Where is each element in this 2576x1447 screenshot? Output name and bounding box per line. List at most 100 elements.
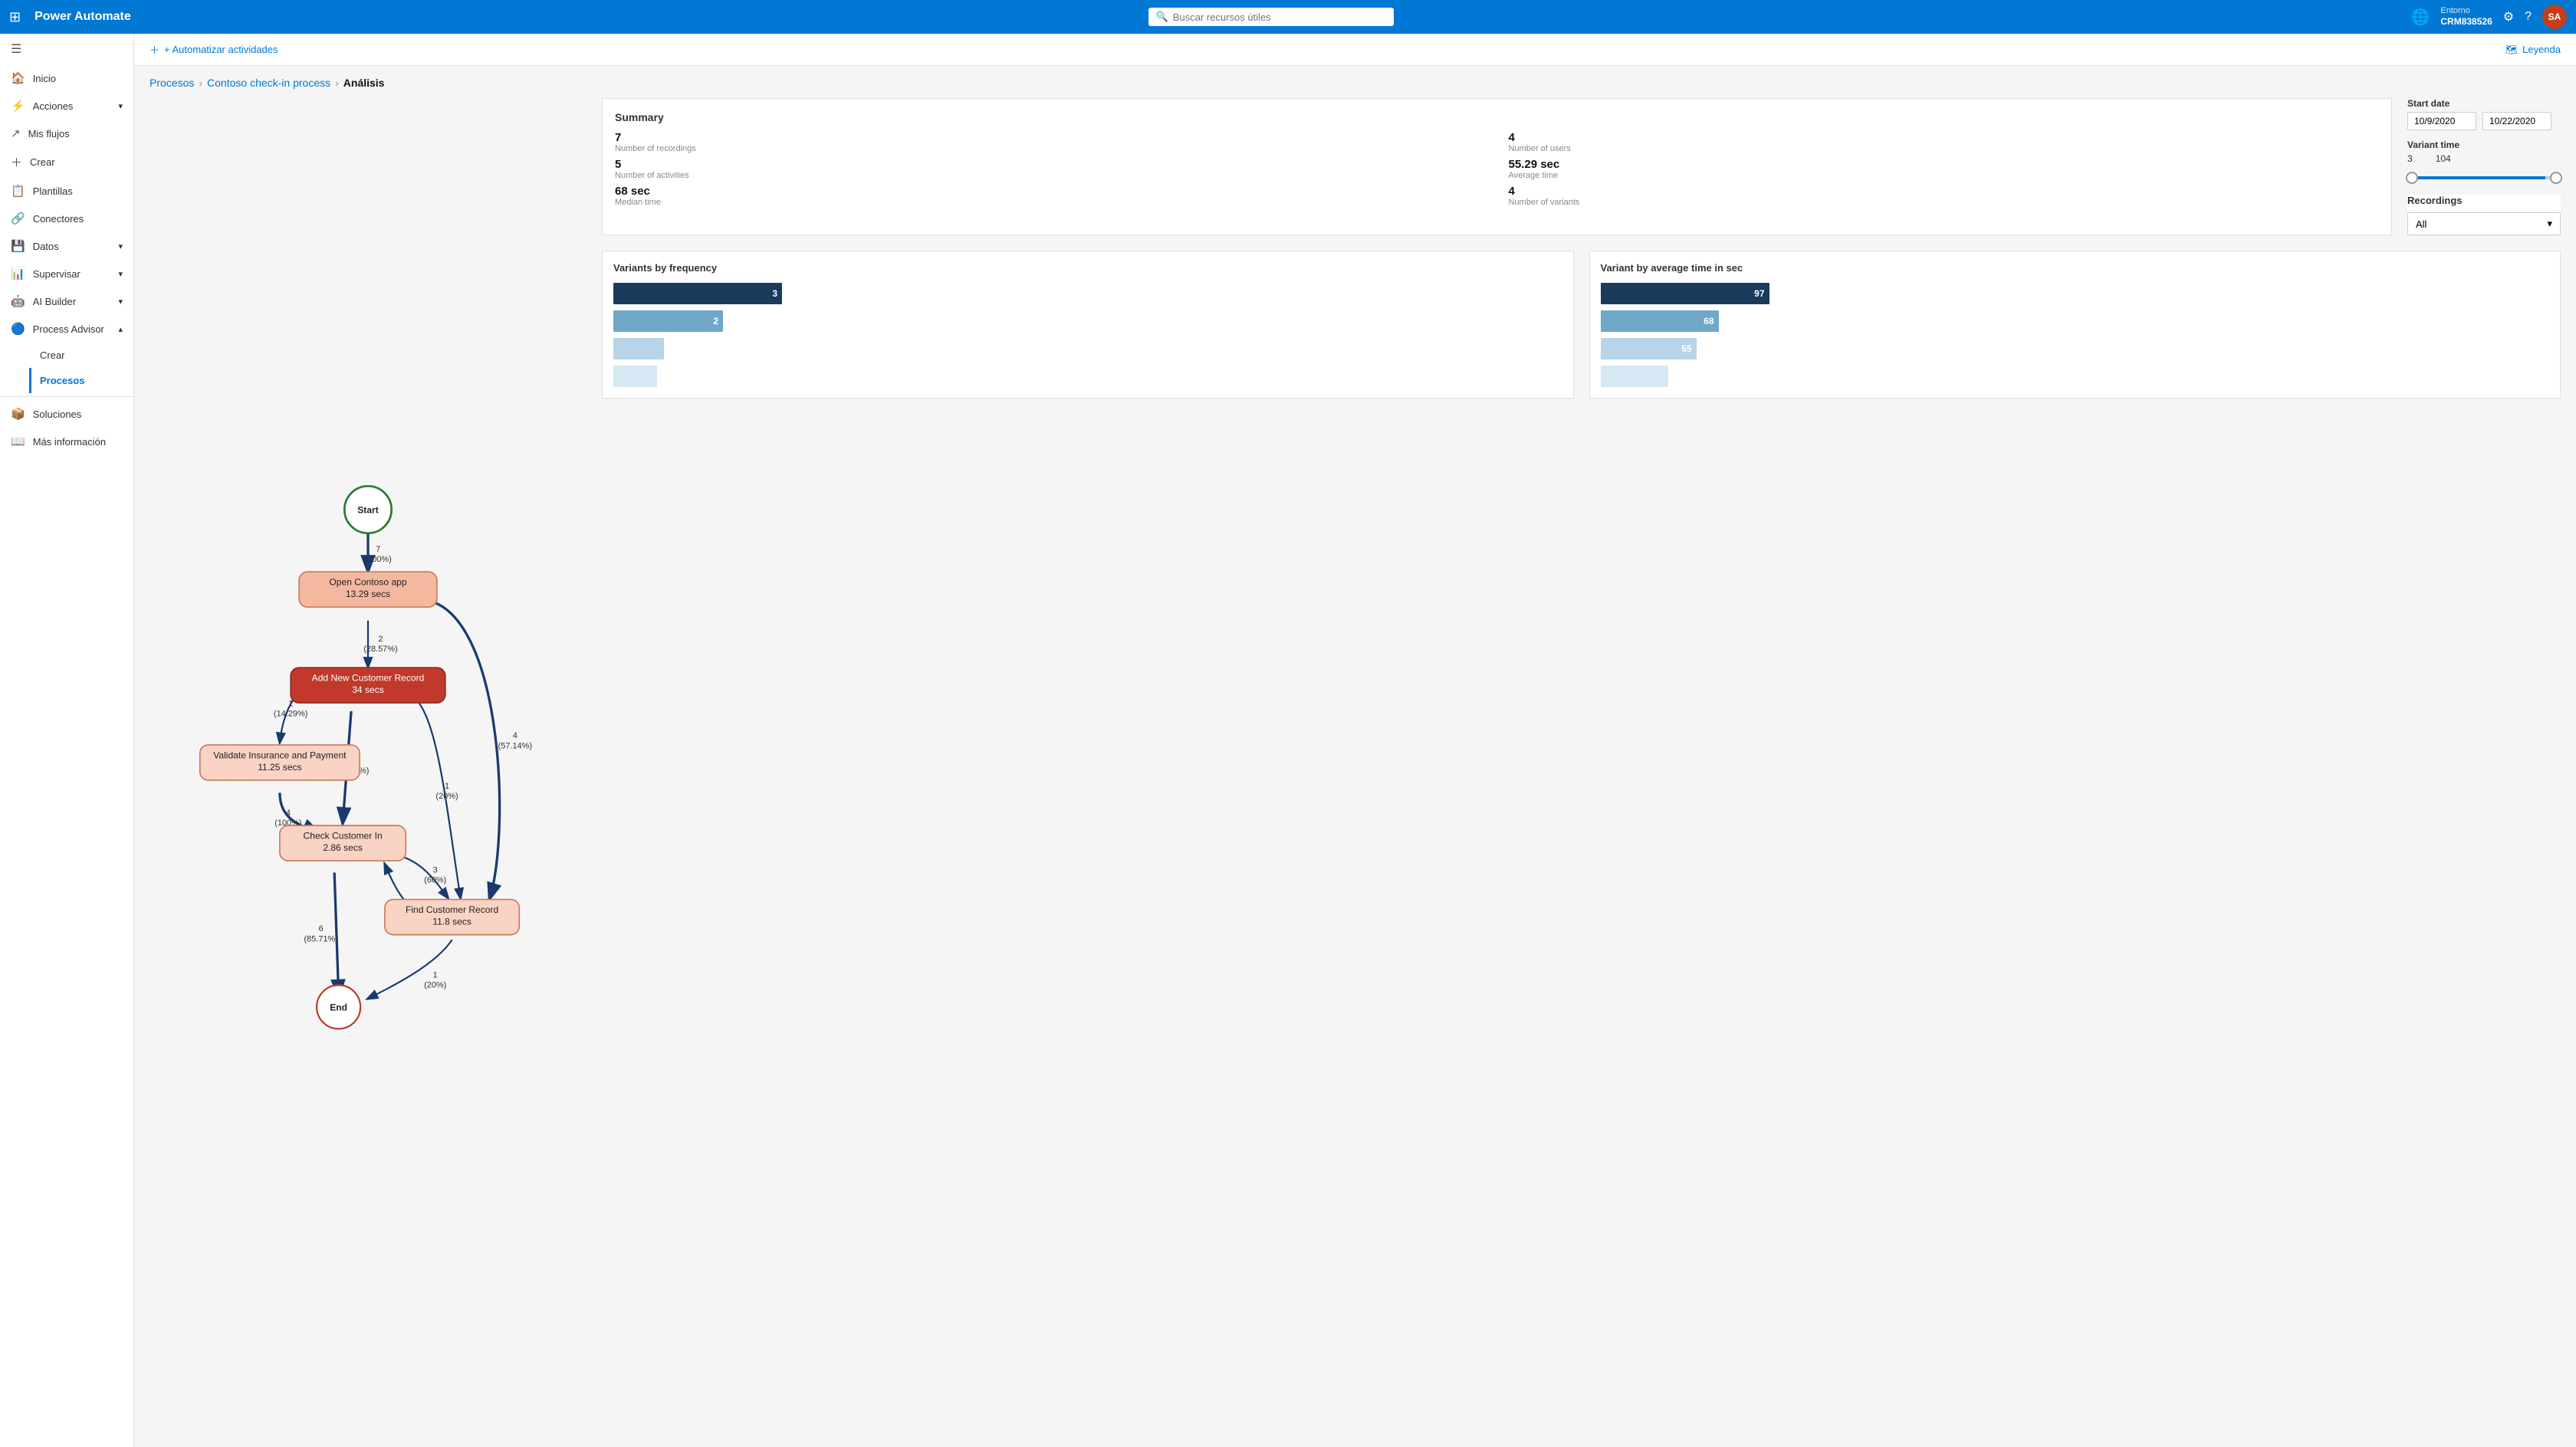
summary-recordings: 7 Number of recordings	[615, 131, 1486, 153]
search-input[interactable]	[1173, 11, 1386, 23]
sidebar-item-aibuilder[interactable]: 🤖 AI Builder ▾	[0, 287, 133, 315]
slider-thumb-right[interactable]	[2550, 172, 2562, 184]
sidebar-item-misflujos[interactable]: ↗ Mis flujos	[0, 120, 133, 147]
chart-time-title: Variant by average time in sec	[1601, 262, 2550, 274]
summary-users: 4 Number of users	[1509, 131, 2380, 153]
add-activity-button[interactable]: ＋ + Automatizar actividades	[150, 42, 278, 57]
sidebar-item-plantillas[interactable]: 📋 Plantillas	[0, 177, 133, 205]
chart-freq-title: Variants by frequency	[613, 262, 1562, 274]
sidebar-label-crear-top: Crear	[30, 156, 55, 168]
median-value: 68 sec	[615, 185, 1486, 198]
avatar[interactable]: SA	[2542, 5, 2567, 29]
bar-row-t3: 55	[1601, 338, 2550, 359]
end-label: End	[330, 1002, 347, 1012]
environment-icon: 🌐	[2410, 8, 2430, 27]
recordings-select-value: All	[2416, 218, 2426, 230]
bar-time-3: 55	[1601, 338, 1697, 359]
chevron-down-icon: ▾	[118, 101, 123, 111]
chevron-up-icon-process: ▴	[118, 324, 123, 334]
edge-label-open-add-pct: (28.57%)	[363, 645, 397, 654]
recordings-filter-label: Recordings	[2407, 195, 2561, 206]
edge-label-open-find: 4	[513, 731, 518, 740]
settings-icon[interactable]: ⚙	[2503, 9, 2514, 25]
date-to-input[interactable]	[2482, 112, 2551, 130]
sidebar-item-supervisar[interactable]: 📊 Supervisar ▾	[0, 260, 133, 287]
bar-time-2: 68	[1601, 310, 1719, 332]
node-validate-text2: 11.25 secs	[258, 762, 301, 773]
sidebar-item-conectores[interactable]: 🔗 Conectores	[0, 205, 133, 232]
grid-icon[interactable]: ⊞	[9, 9, 21, 25]
sidebar-label-plantillas: Plantillas	[33, 185, 73, 197]
breadcrumb-sep2: ›	[335, 77, 339, 89]
sidebar-item-datos[interactable]: 💾 Datos ▾	[0, 232, 133, 260]
edge-label-start-open-pct: (100%)	[364, 555, 391, 564]
activities-label: Number of activities	[615, 171, 1486, 180]
summary-variants: 4 Number of variants	[1509, 185, 2380, 207]
edge-label-find-end-pct: (20%)	[424, 981, 446, 990]
sidebar-label-conectores: Conectores	[33, 213, 84, 225]
chevron-down-icon-datos: ▾	[118, 241, 123, 251]
slider-min-label: 3	[2407, 153, 2413, 164]
sidebar-item-crear-top[interactable]: ＋ Crear	[0, 147, 133, 177]
edge-label-open-add: 2	[378, 635, 383, 644]
content-area: 7 (100%) 2 (28.57%) 4 (57.14%) 1 (14.29%…	[134, 95, 2576, 1447]
sidebar-label-masinfo: Más información	[33, 436, 106, 448]
legend-icon: 🗺	[2505, 44, 2518, 56]
date-from-input[interactable]	[2407, 112, 2476, 130]
recordings-filter: Recordings All ▾	[2407, 195, 2561, 235]
sidebar-label-soluciones: Soluciones	[33, 409, 82, 420]
controls-panel: Start date Variant time 3 104	[2407, 98, 2561, 235]
recordings-value: 7	[615, 131, 1486, 144]
sidebar-item-acciones[interactable]: ⚡ Acciones ▾	[0, 92, 133, 120]
search-box[interactable]: 🔍	[1148, 8, 1394, 26]
solutions-icon: 📦	[11, 407, 25, 421]
chart-time: Variant by average time in sec 97 68 55	[1589, 251, 2561, 399]
variants-label: Number of variants	[1509, 198, 2380, 207]
median-label: Median time	[615, 198, 1486, 207]
add-icon: ＋	[150, 42, 159, 57]
sidebar-label-misflujos: Mis flujos	[28, 128, 70, 139]
bar-row-t1: 97	[1601, 283, 2550, 304]
monitor-icon: 📊	[11, 267, 25, 281]
slider-fill	[2415, 176, 2545, 179]
legend-button[interactable]: 🗺 Leyenda	[2505, 44, 2561, 56]
summary-section: Summary 7 Number of recordings 4 Number …	[602, 98, 2392, 235]
edge-label-start-open: 7	[376, 545, 380, 554]
sidebar: ☰ 🏠 Inicio ⚡ Acciones ▾ ↗ Mis flujos ＋ C…	[0, 34, 134, 1447]
help-icon[interactable]: ?	[2525, 10, 2532, 24]
edge-label-check-find-pct: (60%)	[424, 876, 446, 885]
breadcrumb-sep1: ›	[199, 77, 202, 89]
slider-thumb-left[interactable]	[2406, 172, 2418, 184]
edge-label-check-end-pct: (85.71%)	[304, 934, 337, 943]
sidebar-item-procesos[interactable]: Procesos	[29, 368, 133, 393]
edge-label-add-find: 1	[445, 782, 449, 791]
sidebar-toggle[interactable]: ☰	[0, 34, 133, 64]
sidebar-item-masinfo[interactable]: 📖 Más información	[0, 428, 133, 455]
sidebar-item-crear-sub[interactable]: Crear	[29, 343, 133, 368]
breadcrumb: Procesos › Contoso check-in process › An…	[134, 66, 2576, 95]
bar-freq-4	[613, 366, 657, 387]
sidebar-label-inicio: Inicio	[33, 73, 56, 84]
legend-label: Leyenda	[2522, 44, 2561, 55]
start-date-label: Start date	[2407, 98, 2561, 109]
slider-track[interactable]	[2407, 176, 2561, 179]
sidebar-label-aibuilder: AI Builder	[33, 296, 76, 307]
toolbar: ＋ + Automatizar actividades 🗺 Leyenda	[134, 34, 2576, 66]
diagram-area: 7 (100%) 2 (28.57%) 4 (57.14%) 1 (14.29%…	[150, 95, 586, 1432]
right-panel: Summary 7 Number of recordings 4 Number …	[602, 95, 2561, 1432]
avgtime-value: 55.29 sec	[1509, 158, 2380, 171]
breadcrumb-process-name[interactable]: Contoso check-in process	[207, 77, 330, 89]
sidebar-item-inicio[interactable]: 🏠 Inicio	[0, 64, 133, 92]
sidebar-item-processadvisor[interactable]: 🔵 Process Advisor ▴	[0, 315, 133, 343]
recordings-select[interactable]: All ▾	[2407, 212, 2561, 235]
main-content: ＋ + Automatizar actividades 🗺 Leyenda Pr…	[134, 34, 2576, 1447]
users-label: Number of users	[1509, 144, 2380, 153]
breadcrumb-procesos[interactable]: Procesos	[150, 77, 194, 89]
sidebar-label-processadvisor: Process Advisor	[33, 323, 104, 335]
chevron-down-icon-recordings: ▾	[2547, 218, 2552, 230]
add-activity-label: + Automatizar actividades	[164, 44, 278, 55]
sidebar-item-soluciones[interactable]: 📦 Soluciones	[0, 400, 133, 428]
start-label: Start	[357, 504, 378, 515]
bar-freq-2: 2	[613, 310, 723, 332]
slider-labels: 3 104	[2407, 153, 2561, 164]
